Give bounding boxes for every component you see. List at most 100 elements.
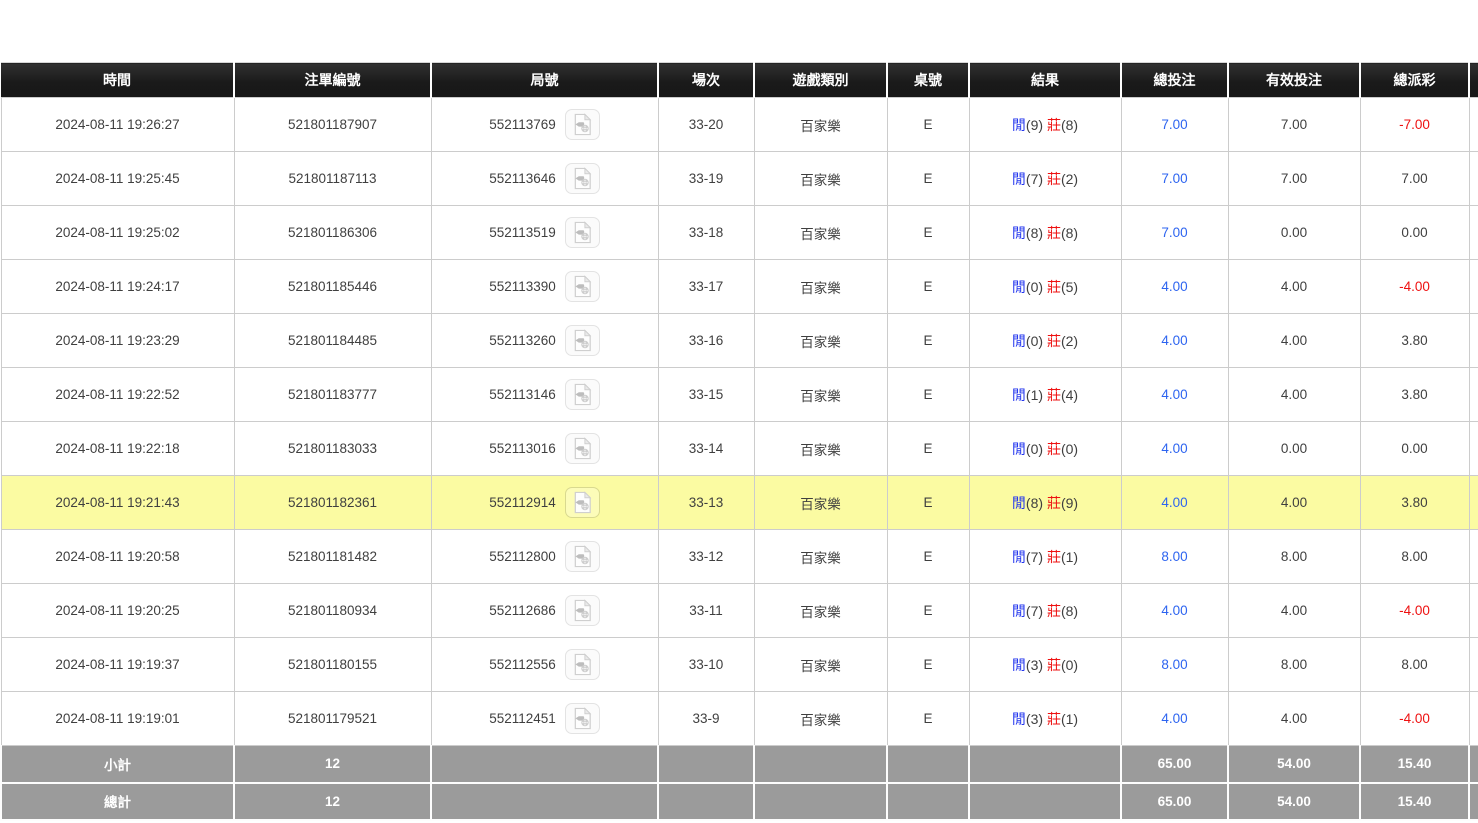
cell-bet-id: 521801187113 bbox=[234, 152, 431, 206]
cell-session: 33-16 bbox=[658, 314, 754, 368]
cell-bet-id: 521801185446 bbox=[234, 260, 431, 314]
cell-bet-id: 521801183033 bbox=[234, 422, 431, 476]
cell-session: 33-12 bbox=[658, 530, 754, 584]
cell-session: 33-20 bbox=[658, 98, 754, 152]
cell-game-type: 百家樂 bbox=[754, 422, 887, 476]
cell-game-type: 百家樂 bbox=[754, 476, 887, 530]
video-replay-button[interactable] bbox=[565, 379, 600, 410]
cell-payout: 8.00 bbox=[1360, 530, 1469, 584]
banker-score: (8) bbox=[1061, 603, 1078, 619]
cell-payout: -4.00 bbox=[1360, 260, 1469, 314]
banker-label: 莊 bbox=[1047, 387, 1061, 403]
player-score: (0) bbox=[1026, 279, 1043, 295]
round-number: 552113769 bbox=[489, 117, 556, 132]
cell-payout: -7.00 bbox=[1360, 98, 1469, 152]
cell-extra bbox=[1469, 692, 1478, 746]
video-replay-button[interactable] bbox=[565, 541, 600, 572]
banker-label: 莊 bbox=[1047, 495, 1061, 511]
cell-round-no: 552112556 bbox=[431, 638, 658, 692]
grand-total-row: 總計 12 65.00 54.00 15.40 bbox=[1, 783, 1478, 820]
cell-payout: 7.00 bbox=[1360, 152, 1469, 206]
grand-total-empty-cell bbox=[1469, 783, 1478, 820]
grand-total-count: 12 bbox=[234, 783, 431, 820]
cell-result: 閒(8) 莊(8) bbox=[969, 206, 1121, 260]
player-score: (0) bbox=[1026, 333, 1043, 349]
player-label: 閒 bbox=[1012, 279, 1026, 295]
cell-payout: -4.00 bbox=[1360, 692, 1469, 746]
cell-bet-id: 521801187907 bbox=[234, 98, 431, 152]
video-file-icon bbox=[571, 329, 594, 352]
column-header-table_no: 桌號 bbox=[887, 63, 969, 98]
video-replay-button[interactable] bbox=[565, 487, 600, 518]
grand-total-empty-cell bbox=[754, 783, 887, 820]
cell-table-no: E bbox=[887, 638, 969, 692]
round-number: 552112800 bbox=[489, 549, 556, 564]
cell-bet-id: 521801180155 bbox=[234, 638, 431, 692]
cell-time: 2024-08-11 19:26:27 bbox=[1, 98, 234, 152]
cell-extra bbox=[1469, 314, 1478, 368]
subtotal-row: 小計 12 65.00 54.00 15.40 bbox=[1, 746, 1478, 783]
cell-total-bet: 4.00 bbox=[1121, 584, 1228, 638]
cell-table-no: E bbox=[887, 422, 969, 476]
video-file-icon bbox=[571, 275, 594, 298]
cell-extra bbox=[1469, 152, 1478, 206]
video-file-icon bbox=[571, 545, 594, 568]
grand-total-empty-cell bbox=[887, 783, 969, 820]
cell-table-no: E bbox=[887, 368, 969, 422]
round-number: 552113260 bbox=[489, 333, 556, 348]
cell-payout: 0.00 bbox=[1360, 206, 1469, 260]
banker-score: (1) bbox=[1061, 711, 1078, 727]
cell-result: 閒(7) 莊(1) bbox=[969, 530, 1121, 584]
video-replay-button[interactable] bbox=[565, 163, 600, 194]
cell-round-no: 552113260 bbox=[431, 314, 658, 368]
cell-result: 閒(3) 莊(1) bbox=[969, 692, 1121, 746]
round-number: 552113390 bbox=[489, 279, 556, 294]
video-replay-button[interactable] bbox=[565, 703, 600, 734]
column-header-game_type: 遊戲類別 bbox=[754, 63, 887, 98]
video-replay-button[interactable] bbox=[565, 649, 600, 680]
bet-history-table: 時間注單編號局號場次遊戲類別桌號結果總投注有效投注總派彩 2024-08-11 … bbox=[0, 62, 1478, 821]
video-replay-button[interactable] bbox=[565, 109, 600, 140]
video-file-icon bbox=[571, 599, 594, 622]
cell-valid-bet: 4.00 bbox=[1228, 368, 1360, 422]
cell-session: 33-11 bbox=[658, 584, 754, 638]
cell-payout: -4.00 bbox=[1360, 584, 1469, 638]
round-number: 552113519 bbox=[489, 225, 556, 240]
cell-total-bet: 4.00 bbox=[1121, 422, 1228, 476]
cell-round-no: 552113646 bbox=[431, 152, 658, 206]
cell-payout: 3.80 bbox=[1360, 314, 1469, 368]
video-replay-button[interactable] bbox=[565, 595, 600, 626]
video-replay-button[interactable] bbox=[565, 271, 600, 302]
player-label: 閒 bbox=[1012, 333, 1026, 349]
cell-bet-id: 521801181482 bbox=[234, 530, 431, 584]
round-number: 552113146 bbox=[489, 387, 556, 402]
cell-table-no: E bbox=[887, 692, 969, 746]
cell-result: 閒(0) 莊(0) bbox=[969, 422, 1121, 476]
player-score: (0) bbox=[1026, 441, 1043, 457]
cell-time: 2024-08-11 19:20:25 bbox=[1, 584, 234, 638]
cell-valid-bet: 8.00 bbox=[1228, 638, 1360, 692]
column-header-time: 時間 bbox=[1, 63, 234, 98]
video-replay-button[interactable] bbox=[565, 325, 600, 356]
cell-payout: 3.80 bbox=[1360, 476, 1469, 530]
banker-label: 莊 bbox=[1047, 603, 1061, 619]
banker-label: 莊 bbox=[1047, 279, 1061, 295]
cell-round-no: 552112451 bbox=[431, 692, 658, 746]
banker-label: 莊 bbox=[1047, 657, 1061, 673]
cell-result: 閒(3) 莊(0) bbox=[969, 638, 1121, 692]
video-replay-button[interactable] bbox=[565, 433, 600, 464]
video-replay-button[interactable] bbox=[565, 217, 600, 248]
player-score: (8) bbox=[1026, 495, 1043, 511]
column-header-session: 場次 bbox=[658, 63, 754, 98]
player-score: (1) bbox=[1026, 387, 1043, 403]
player-label: 閒 bbox=[1012, 117, 1026, 133]
cell-total-bet: 8.00 bbox=[1121, 638, 1228, 692]
grand-total-label: 總計 bbox=[1, 783, 234, 820]
cell-result: 閒(7) 莊(8) bbox=[969, 584, 1121, 638]
cell-valid-bet: 7.00 bbox=[1228, 98, 1360, 152]
cell-bet-id: 521801184485 bbox=[234, 314, 431, 368]
subtotal-valid-bet: 54.00 bbox=[1228, 746, 1360, 783]
banker-label: 莊 bbox=[1047, 333, 1061, 349]
player-score: (7) bbox=[1026, 171, 1043, 187]
table-row: 2024-08-11 19:25:45 521801187113 5521136… bbox=[1, 152, 1478, 206]
